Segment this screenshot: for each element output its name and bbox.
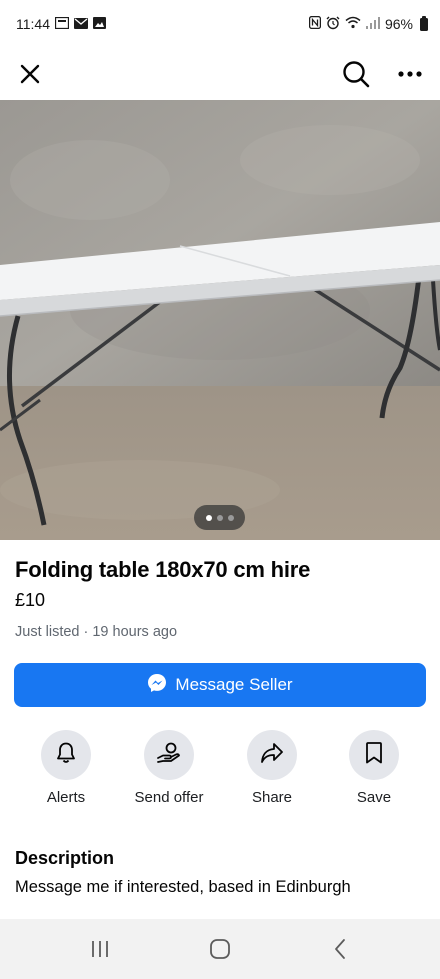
share-label: Share: [251, 789, 293, 806]
battery-icon: [420, 15, 428, 31]
save-circle[interactable]: [349, 730, 399, 780]
share-icon: [260, 742, 284, 769]
status-bar: 11:44 96%: [0, 0, 440, 48]
signal-icon: [365, 16, 380, 32]
alerts-button[interactable]: Alerts: [16, 730, 116, 806]
carousel-dot-active: [205, 514, 212, 521]
bell-icon: [55, 741, 77, 770]
back-icon[interactable]: [310, 929, 370, 969]
alerts-circle[interactable]: [41, 730, 91, 780]
nfc-icon: [308, 15, 322, 32]
description-text: Message me if interested, based in Edinb…: [15, 878, 351, 896]
search-icon[interactable]: [340, 58, 372, 90]
share-circle[interactable]: [247, 730, 297, 780]
status-right: 96%: [308, 15, 428, 33]
listing-price: £10: [15, 590, 46, 610]
messenger-icon: [147, 673, 167, 698]
battery-percent: 96%: [384, 16, 413, 32]
listing-photo[interactable]: [0, 100, 440, 540]
top-bar: [0, 48, 440, 100]
status-left: 11:44: [16, 16, 106, 32]
alarm-icon: [326, 16, 340, 33]
message-seller-label: Message Seller: [175, 675, 293, 694]
carousel-indicator: [194, 505, 245, 530]
more-icon[interactable]: [394, 58, 426, 90]
recents-icon[interactable]: [70, 929, 130, 969]
save-button[interactable]: Save: [324, 730, 424, 806]
share-button[interactable]: Share: [222, 730, 322, 806]
mail-icon: [74, 16, 88, 32]
system-nav-bar: [0, 919, 440, 979]
image-icon: [93, 16, 106, 32]
carousel-dot: [227, 514, 234, 521]
action-row: Alerts Send offer Share Save: [0, 730, 440, 810]
close-icon[interactable]: [14, 58, 46, 90]
wifi-icon: [345, 16, 361, 32]
top-bar-actions: [340, 58, 426, 90]
message-seller-button[interactable]: Message Seller: [14, 663, 426, 707]
carousel-dot: [216, 514, 223, 521]
send-offer-button[interactable]: Send offer: [119, 730, 219, 806]
save-label: Save: [356, 789, 392, 806]
offer-icon: [156, 741, 182, 770]
home-icon[interactable]: [190, 929, 250, 969]
status-time: 11:44: [16, 16, 50, 32]
alerts-label: Alerts: [46, 789, 86, 806]
bookmark-icon: [365, 741, 383, 770]
send-offer-label: Send offer: [134, 789, 204, 806]
listing-time: Just listed · 19 hours ago: [15, 624, 178, 640]
description-heading: Description: [15, 848, 115, 868]
folding-table-photo: [0, 100, 440, 540]
gallery-icon: [54, 16, 70, 32]
send-offer-circle[interactable]: [144, 730, 194, 780]
listing-title: Folding table 180x70 cm hire: [15, 557, 311, 582]
